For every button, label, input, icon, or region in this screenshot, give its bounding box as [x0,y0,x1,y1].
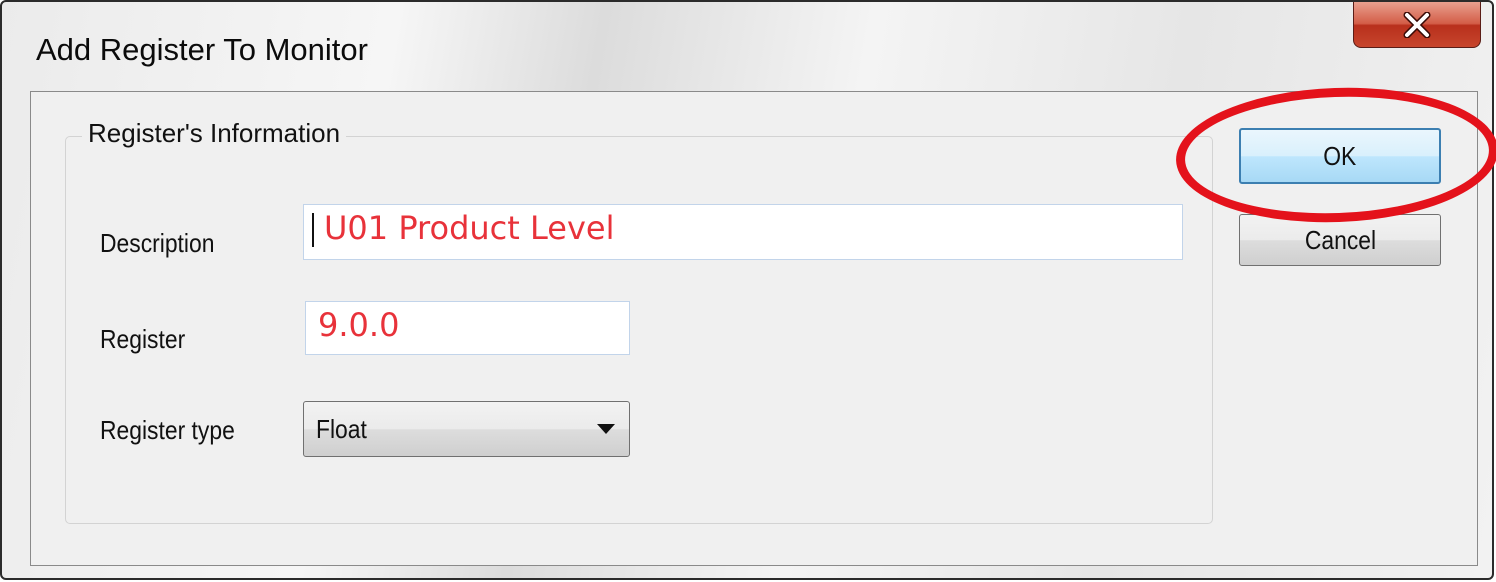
register-type-value: Float [316,414,367,444]
register-value: 9.0.0 [318,306,400,344]
ok-button[interactable]: OK [1239,128,1441,184]
ok-button-label: OK [1323,140,1357,171]
register-label: Register [100,324,186,354]
register-type-label: Register type [100,415,235,445]
description-input[interactable]: U01 Product Level [303,204,1183,260]
groupbox-legend: Register's Information [82,118,347,149]
text-caret [312,213,314,247]
register-type-select[interactable]: Float [303,401,630,457]
cancel-button[interactable]: Cancel [1239,214,1441,266]
cancel-button-label: Cancel [1304,224,1376,255]
close-button[interactable] [1353,2,1481,48]
description-label: Description [100,228,215,258]
window-title: Add Register To Monitor [36,32,368,67]
description-value: U01 Product Level [324,209,615,247]
close-icon [1403,11,1431,38]
register-info-groupbox [65,136,1213,524]
register-input[interactable]: 9.0.0 [305,301,630,355]
chevron-down-icon[interactable] [597,424,615,434]
